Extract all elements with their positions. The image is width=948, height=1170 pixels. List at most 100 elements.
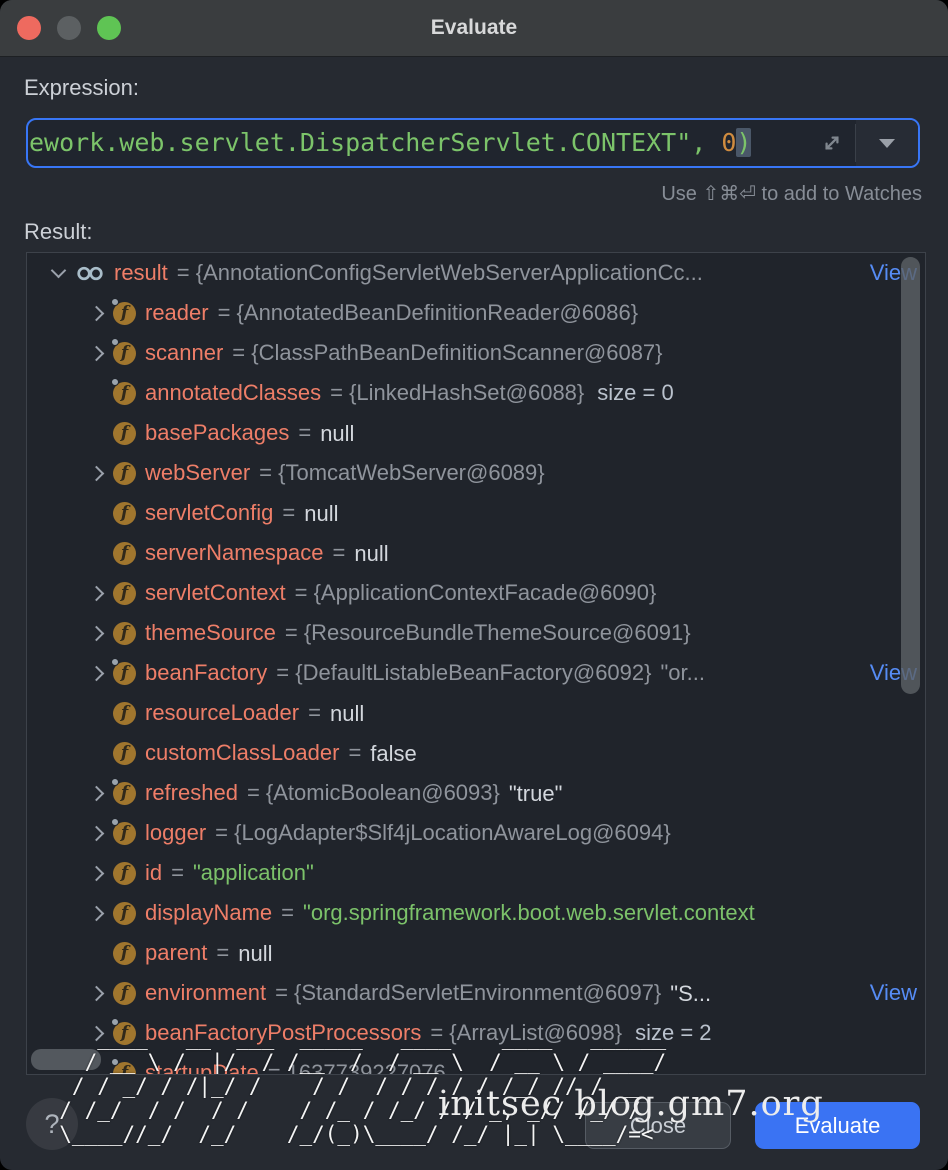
- variable-name: beanFactory: [145, 660, 267, 686]
- close-window-button[interactable]: [17, 16, 41, 40]
- variable-value: = {TomcatWebServer@6089}: [259, 460, 544, 486]
- tree-row-startupDate[interactable]: fstartupDate= 1637739227076: [27, 1053, 925, 1075]
- variable-value: = {LinkedHashSet@6088}: [330, 380, 584, 406]
- horizontal-scrollbar-thumb[interactable]: [31, 1049, 101, 1070]
- expression-input[interactable]: ework.web.servlet.DispatcherServlet.CONT…: [26, 118, 920, 168]
- variable-value: null: [354, 541, 378, 565]
- field-modifier-dot: [111, 818, 119, 826]
- minimize-window-button[interactable]: [57, 16, 81, 40]
- tree-row-reader[interactable]: freader= {AnnotatedBeanDefinitionReader@…: [27, 293, 925, 333]
- variable-name: servletConfig: [145, 500, 273, 526]
- variable-value: = {ApplicationContextFacade@6090}: [295, 580, 657, 606]
- zoom-window-button[interactable]: [97, 16, 121, 40]
- chevron-slot: [79, 668, 113, 679]
- tree-row-result[interactable]: result= {AnnotationConfigServletWebServe…: [27, 253, 925, 293]
- variable-value: = {DefaultListableBeanFactory@6092}: [276, 660, 651, 686]
- chevron-right-icon[interactable]: [88, 825, 104, 841]
- tree-row-basePackages[interactable]: fbasePackages=null: [27, 413, 925, 453]
- variable-value: size = 2: [635, 1020, 711, 1046]
- variable-name: themeSource: [145, 620, 276, 646]
- tree-row-customClassLoader[interactable]: fcustomClassLoader=false: [27, 733, 925, 773]
- chevron-right-icon[interactable]: [88, 585, 104, 601]
- field-modifier-dot: [111, 298, 119, 306]
- tree-row-displayName[interactable]: fdisplayName="org.springframework.boot.w…: [27, 893, 925, 933]
- result-tree[interactable]: result= {AnnotationConfigServletWebServe…: [26, 252, 926, 1075]
- tree-row-id[interactable]: fid="application": [27, 853, 925, 893]
- chevron-slot: [79, 908, 113, 919]
- expression-history-dropdown[interactable]: [856, 120, 918, 166]
- variable-name: customClassLoader: [145, 740, 339, 766]
- tree-row-annotatedClasses[interactable]: fannotatedClasses= {LinkedHashSet@6088}s…: [27, 373, 925, 413]
- tree-row-servletContext[interactable]: fservletContext= {ApplicationContextFaca…: [27, 573, 925, 613]
- chevron-right-icon[interactable]: [88, 305, 104, 321]
- tree-row-serverNamespace[interactable]: fserverNamespace=null: [27, 533, 925, 573]
- chevron-right-icon[interactable]: [88, 985, 104, 1001]
- tree-row-logger[interactable]: flogger= {LogAdapter$Slf4jLocationAwareL…: [27, 813, 925, 853]
- chevron-slot: [79, 1028, 113, 1039]
- variable-value: false: [370, 741, 394, 765]
- variable-name: environment: [145, 980, 266, 1006]
- variable-value: =: [281, 900, 294, 926]
- chevron-right-icon[interactable]: [88, 345, 104, 361]
- expression-label: Expression:: [24, 75, 139, 101]
- chevron-right-icon[interactable]: [88, 1025, 104, 1041]
- field-icon: f: [113, 462, 136, 485]
- variable-value: null: [304, 501, 328, 525]
- chevron-slot: [79, 628, 113, 639]
- expression-text[interactable]: ework.web.servlet.DispatcherServlet.CONT…: [26, 120, 809, 166]
- close-button[interactable]: Close: [585, 1102, 731, 1149]
- variable-value: =: [308, 700, 321, 726]
- field-icon: f: [113, 1022, 136, 1045]
- tree-row-refreshed[interactable]: frefreshed= {AtomicBoolean@6093}"true": [27, 773, 925, 813]
- tree-row-beanFactoryPostProcessors[interactable]: fbeanFactoryPostProcessors= {ArrayList@6…: [27, 1013, 925, 1053]
- tree-row-parent[interactable]: fparent=null: [27, 933, 925, 973]
- field-icon: f: [113, 542, 136, 565]
- variable-name: result: [114, 260, 168, 286]
- tree-row-environment[interactable]: f environment = {StandardServletEnvironmen…: [27, 973, 925, 1013]
- expand-editor-button[interactable]: [809, 120, 855, 166]
- field-modifier-dot: [111, 658, 119, 666]
- field-modifier-dot: [111, 338, 119, 346]
- help-button[interactable]: ?: [26, 1098, 78, 1150]
- variable-value: = {ArrayList@6098}: [430, 1020, 622, 1046]
- chevron-right-icon[interactable]: [88, 625, 104, 641]
- chevron-right-icon[interactable]: [88, 865, 104, 881]
- field-icon: f: [113, 862, 136, 885]
- chevron-right-icon[interactable]: [88, 465, 104, 481]
- field-icon: f: [113, 422, 136, 445]
- tree-row-servletConfig[interactable]: fservletConfig=null: [27, 493, 925, 533]
- variable-name: servletContext: [145, 580, 286, 606]
- field-icon: f: [113, 302, 136, 325]
- title-bar[interactable]: Evaluate: [0, 0, 948, 57]
- chevron-right-icon[interactable]: [88, 905, 104, 921]
- expression-segment-caret: ): [736, 128, 751, 157]
- tree-row-scanner[interactable]: fscanner= {ClassPathBeanDefinitionScanne…: [27, 333, 925, 373]
- tree-row-themeSource[interactable]: f themeSource = {ResourceBundleThemeSource…: [27, 613, 925, 653]
- field-icon: f: [113, 982, 136, 1005]
- variable-value: null: [330, 701, 354, 725]
- field-icon: f: [113, 382, 136, 405]
- variable-value: size = 0: [597, 380, 673, 406]
- evaluate-button[interactable]: Evaluate: [755, 1102, 920, 1149]
- tree-row-webServer[interactable]: fwebServer= {TomcatWebServer@6089}: [27, 453, 925, 493]
- variable-value: = {StandardServletEnvironment@6097}: [275, 980, 661, 1006]
- tree-row-resourceLoader[interactable]: fresourceLoader=null: [27, 693, 925, 733]
- variable-value: = 1637739227076: [268, 1060, 446, 1075]
- variable-value: "application": [193, 860, 314, 886]
- variable-value: = {ResourceBundleThemeSource@6091}: [285, 620, 691, 646]
- field-icon: f: [113, 622, 136, 645]
- view-link[interactable]: View: [870, 980, 917, 1006]
- chevron-down-icon[interactable]: [50, 263, 66, 279]
- field-icon: f: [113, 902, 136, 925]
- expand-arrows-icon: [820, 131, 844, 155]
- variable-name: startupDate: [145, 1060, 259, 1075]
- watches-hint: Use ⇧⌘⏎ to add to Watches: [661, 181, 922, 206]
- variable-value: "org.springframework.boot.web.servlet.co…: [303, 900, 755, 926]
- tree-row-beanFactory[interactable]: f beanFactory = {DefaultListableBeanFactor…: [27, 653, 925, 693]
- chevron-right-icon[interactable]: [88, 785, 104, 801]
- vertical-scrollbar-thumb[interactable]: [901, 257, 920, 694]
- chevron-right-icon[interactable]: [88, 665, 104, 681]
- window-title: Evaluate: [431, 16, 517, 40]
- expression-segment-number: 0: [721, 128, 736, 157]
- field-icon: f: [113, 662, 136, 685]
